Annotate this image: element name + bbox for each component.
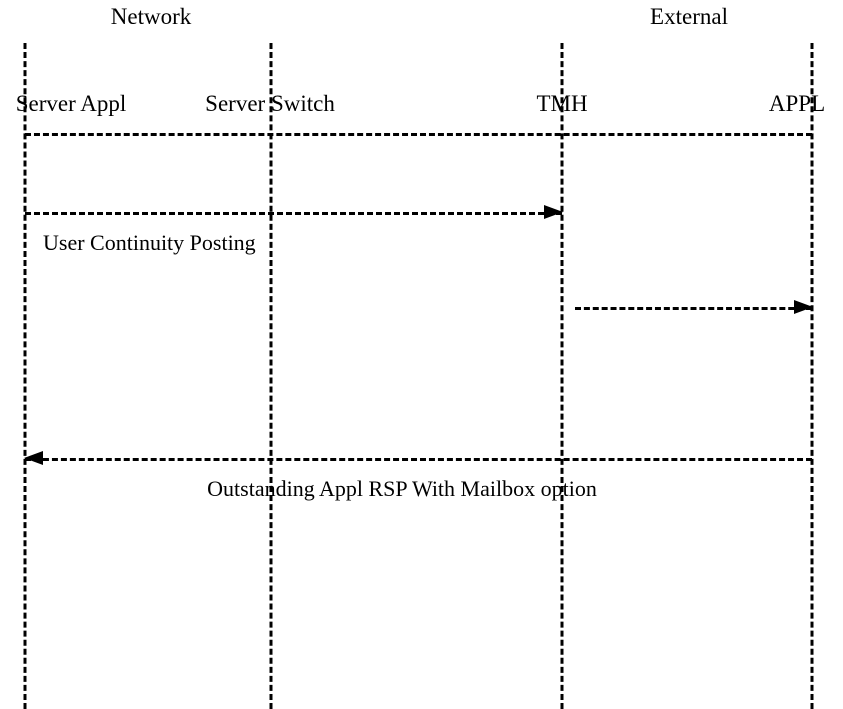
lifeline-server-switch	[269, 43, 273, 709]
arrowhead-left-icon	[24, 451, 43, 465]
group-label-network: Network	[110, 4, 192, 29]
lifeline-server-appl	[23, 43, 27, 709]
message-label-user-continuity-posting: User Continuity Posting	[43, 230, 256, 255]
message-shaft	[25, 458, 812, 461]
arrowhead-right-icon	[794, 300, 813, 314]
participant-label-appl: APPL	[768, 91, 826, 116]
lifeline-appl	[810, 43, 814, 709]
group-label-external: External	[650, 4, 728, 29]
lifeline-tmh	[560, 43, 564, 709]
sequence-diagram-canvas: Network External Server Appl Server Swit…	[0, 0, 843, 709]
message-label-outstanding-appl-rsp: Outstanding Appl RSP With Mailbox option	[207, 476, 597, 501]
arrowhead-right-icon	[544, 205, 563, 219]
message-shaft	[25, 212, 562, 215]
message-shaft	[575, 307, 812, 310]
participant-label-server-appl: Server Appl	[15, 91, 127, 116]
header-separator-line	[25, 133, 812, 136]
